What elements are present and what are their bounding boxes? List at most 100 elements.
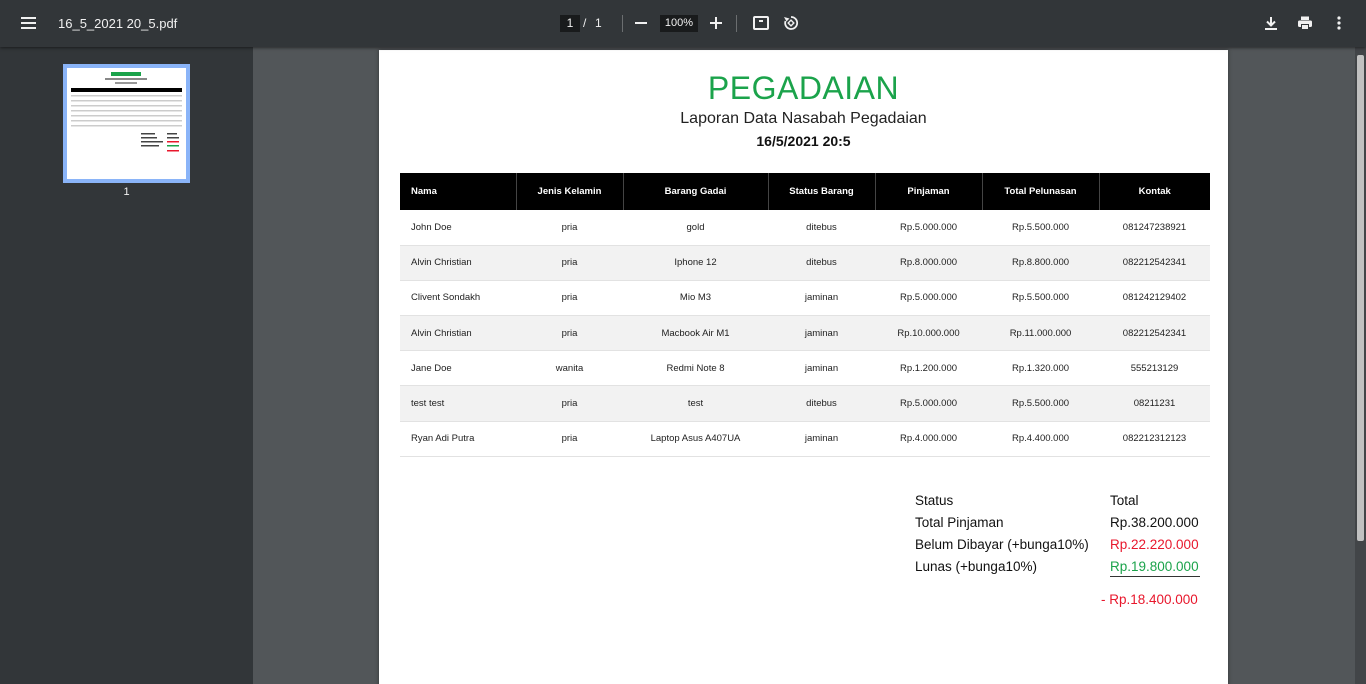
thumbnail-page-number: 1: [123, 186, 130, 198]
table-cell: pria: [516, 421, 623, 457]
menu-icon[interactable]: [18, 13, 40, 35]
table-cell: Ryan Adi Putra: [400, 421, 516, 457]
table-cell: ditebus: [768, 385, 875, 422]
thumbnail-preview: [71, 72, 182, 152]
pdf-toolbar: 16_5_2021 20_5.pdf 1 / 1 100%: [0, 0, 1366, 47]
vertical-scrollbar[interactable]: [1355, 47, 1366, 684]
table-cell: 555213129: [1099, 350, 1210, 387]
table-cell: 081247238921: [1099, 210, 1210, 246]
table-cell: Rp.5.000.000: [875, 280, 982, 317]
page-number-input[interactable]: 1: [560, 15, 580, 32]
table-cell: test: [623, 385, 768, 422]
table-cell: ditebus: [768, 210, 875, 246]
table-cell: John Doe: [400, 210, 516, 246]
column-header: Barang Gadai: [623, 173, 769, 210]
summary-difference: - Rp.18.400.000: [1101, 592, 1198, 607]
table-cell: jaminan: [768, 315, 875, 352]
document-title: PEGADAIAN: [707, 70, 900, 106]
table-cell: Laptop Asus A407UA: [623, 421, 768, 457]
table-cell: 082212542341: [1099, 315, 1210, 352]
table-cell: jaminan: [768, 421, 875, 457]
table-cell: jaminan: [768, 350, 875, 387]
table-cell: pria: [516, 210, 623, 246]
table-cell: Mio M3: [623, 280, 768, 317]
zoom-in-icon[interactable]: [710, 17, 722, 29]
toolbar-divider: [622, 15, 623, 32]
table-cell: Rp.5.000.000: [875, 210, 982, 246]
table-cell: Alvin Christian: [400, 245, 516, 281]
table-row: Clivent Sondakh pria Mio M3 jaminan Rp.5.000…: [400, 280, 1210, 317]
column-header: Kontak: [1099, 173, 1210, 210]
column-header: Jenis Kelamin: [516, 173, 624, 210]
summary-value: Rp.19.800.000: [1110, 559, 1199, 574]
table-cell: Rp.5.500.000: [982, 385, 1099, 422]
table-row: Alvin Christian pria Macbook Air M1 jaminan…: [400, 315, 1210, 352]
summary-value: Rp.38.200.000: [1110, 515, 1199, 530]
pdf-page: PEGADAIAN Laporan Data Nasabah Pegadaian…: [379, 50, 1228, 684]
page-separator: /: [583, 16, 587, 30]
table-row: Alvin Christian pria Iphone 12 ditebus Rp.8.…: [400, 245, 1210, 281]
download-icon[interactable]: [1263, 15, 1279, 31]
column-header: Nama: [400, 173, 517, 210]
table-cell: 082212542341: [1099, 245, 1210, 281]
table-cell: Rp.4.400.000: [982, 421, 1099, 457]
summary-divider: [1110, 576, 1200, 577]
rotate-icon[interactable]: [783, 15, 799, 31]
table-cell: Rp.1.200.000: [875, 350, 982, 387]
summary-value: Rp.22.220.000: [1110, 537, 1199, 552]
fit-page-icon[interactable]: [753, 16, 769, 30]
table-cell: Rp.5.500.000: [982, 210, 1099, 246]
table-cell: pria: [516, 245, 623, 281]
table-cell: pria: [516, 315, 623, 352]
table-cell: pria: [516, 385, 623, 422]
table-cell: wanita: [516, 350, 623, 387]
customer-table: Nama Jenis Kelamin Barang Gadai Status B…: [400, 173, 1210, 457]
table-row: Ryan Adi Putra pria Laptop Asus A407UA jami…: [400, 421, 1210, 457]
total-pages: 1: [595, 16, 602, 30]
table-cell: jaminan: [768, 280, 875, 317]
thumbnail-sidebar: 1: [0, 47, 253, 684]
table-cell: Macbook Air M1: [623, 315, 768, 352]
table-cell: Iphone 12: [623, 245, 768, 281]
column-header: Status Barang: [768, 173, 876, 210]
table-cell: Redmi Note 8: [623, 350, 768, 387]
table-cell: Alvin Christian: [400, 315, 516, 352]
table-cell: Clivent Sondakh: [400, 280, 516, 317]
column-header: Total Pelunasan: [982, 173, 1100, 210]
summary-header-value: Total: [1110, 493, 1139, 508]
zoom-input[interactable]: 100%: [660, 15, 698, 32]
table-cell: Rp.10.000.000: [875, 315, 982, 352]
summary-header-label: Status: [915, 493, 954, 508]
table-cell: Rp.8.800.000: [982, 245, 1099, 281]
scrollbar-thumb[interactable]: [1357, 55, 1364, 541]
table-cell: 081242129402: [1099, 280, 1210, 317]
table-cell: Rp.1.320.000: [982, 350, 1099, 387]
table-cell: Rp.5.000.000: [875, 385, 982, 422]
table-cell: Rp.8.000.000: [875, 245, 982, 281]
table-cell: Rp.5.500.000: [982, 280, 1099, 317]
table-header-row: Nama Jenis Kelamin Barang Gadai Status B…: [400, 173, 1210, 210]
table-row: John Doe pria gold ditebus Rp.5.000.000 Rp.5.…: [400, 210, 1210, 246]
document-subtitle: Laporan Data Nasabah Pegadaian: [680, 110, 927, 127]
toolbar-divider: [736, 15, 737, 32]
table-cell: Rp.11.000.000: [982, 315, 1099, 352]
zoom-out-icon[interactable]: [635, 22, 647, 24]
table-cell: ditebus: [768, 245, 875, 281]
more-options-icon[interactable]: [1331, 15, 1347, 31]
table-row: test test pria test ditebus Rp.5.000.000 Rp.5…: [400, 385, 1210, 422]
summary-label: Total Pinjaman: [915, 515, 1004, 530]
file-name: 16_5_2021 20_5.pdf: [58, 16, 178, 31]
table-cell: 08211231: [1099, 385, 1210, 422]
column-header: Pinjaman: [875, 173, 983, 210]
table-cell: gold: [623, 210, 768, 246]
summary-label: Belum Dibayar (+bunga10%): [915, 537, 1089, 552]
page-thumbnail[interactable]: [63, 64, 190, 183]
table-cell: Rp.4.000.000: [875, 421, 982, 457]
table-cell: Jane Doe: [400, 350, 516, 387]
table-cell: 082212312123: [1099, 421, 1210, 457]
document-date: 16/5/2021 20:5: [756, 133, 851, 149]
table-cell: test test: [400, 385, 516, 422]
table-cell: pria: [516, 280, 623, 317]
table-row: Jane Doe wanita Redmi Note 8 jaminan Rp.1.20…: [400, 350, 1210, 387]
print-icon[interactable]: [1297, 15, 1313, 31]
